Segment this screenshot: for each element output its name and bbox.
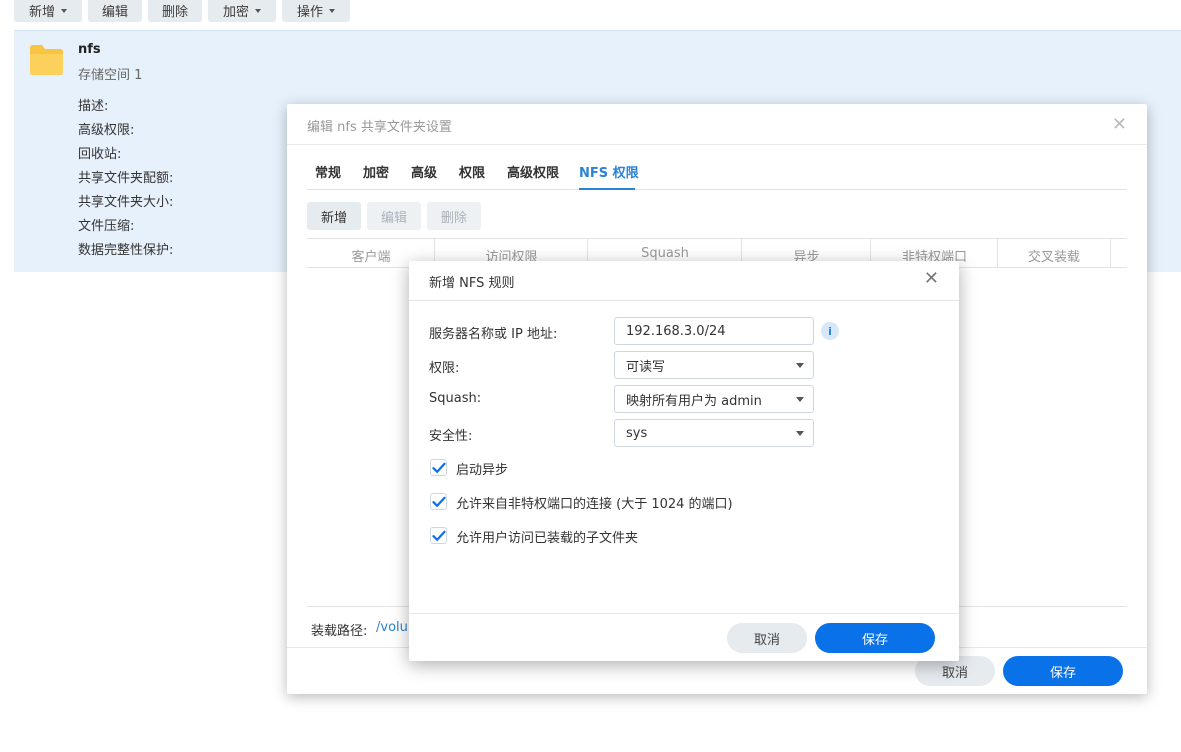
tab-advanced-permissions[interactable]: 高级权限 <box>507 162 559 181</box>
divider <box>287 144 1147 145</box>
nfs-dialog-title: 新增 NFS 规则 <box>429 276 515 291</box>
nfs-edit-button[interactable]: 编辑 <box>367 202 421 230</box>
mount-path-label: 装载路径: <box>311 624 368 639</box>
action-button[interactable]: 操作 <box>282 0 350 22</box>
host-label: 服务器名称或 IP 地址: <box>429 327 558 342</box>
dialog-title: 编辑 nfs 共享文件夹设置 <box>307 120 452 135</box>
edit-button-label: 编辑 <box>101 4 128 20</box>
delete-button[interactable]: 删除 <box>148 0 202 22</box>
encrypt-button-label: 加密 <box>222 4 249 20</box>
divider <box>409 613 959 614</box>
host-input[interactable]: 192.168.3.0/24 <box>614 317 814 345</box>
squash-select-value: 映射所有用户为 admin <box>626 393 762 409</box>
tab-encryption[interactable]: 加密 <box>363 162 389 181</box>
info-label-compression: 文件压缩: <box>78 219 135 234</box>
toolbar: 新增 编辑 删除 加密 操作 <box>0 0 1181 26</box>
info-icon[interactable]: i <box>821 322 839 340</box>
delete-button-label: 删除 <box>161 4 188 20</box>
info-label-advanced-permissions: 高级权限: <box>78 123 135 138</box>
folder-icon <box>30 45 63 75</box>
nfs-create-button[interactable]: 新增 <box>307 202 361 230</box>
dialog-save-button[interactable]: 保存 <box>1003 656 1123 686</box>
privilege-label: 权限: <box>429 361 460 376</box>
non-privileged-port-checkbox[interactable] <box>430 493 447 510</box>
async-checkbox[interactable] <box>430 459 447 476</box>
active-tab-indicator <box>579 188 635 190</box>
subfolder-access-checkbox[interactable] <box>430 527 447 544</box>
tab-nfs-permissions[interactable]: NFS 权限 <box>579 162 639 181</box>
security-select-value: sys <box>626 425 648 441</box>
nfs-save-button[interactable]: 保存 <box>815 623 935 653</box>
chevron-down-icon <box>255 9 261 13</box>
action-button-label: 操作 <box>296 4 323 20</box>
chevron-down-icon <box>796 397 804 402</box>
squash-select[interactable]: 映射所有用户为 admin <box>614 385 814 413</box>
share-name: nfs <box>78 42 101 57</box>
info-label-size: 共享文件夹大小: <box>78 195 174 210</box>
chevron-down-icon <box>796 431 804 436</box>
share-volume: 存储空间 1 <box>78 68 143 83</box>
tab-permissions[interactable]: 权限 <box>459 162 485 181</box>
tab-advanced[interactable]: 高级 <box>411 162 437 181</box>
chevron-down-icon <box>329 9 335 13</box>
chevron-down-icon <box>796 363 804 368</box>
checkmark-icon <box>432 462 446 473</box>
info-label-quota: 共享文件夹配额: <box>78 171 174 186</box>
new-nfs-rule-dialog: 新增 NFS 规则 ✕ 服务器名称或 IP 地址: 192.168.3.0/24… <box>409 261 959 661</box>
checkmark-icon <box>432 530 446 541</box>
tab-general[interactable]: 常规 <box>315 162 341 181</box>
checkmark-icon <box>432 496 446 507</box>
create-button[interactable]: 新增 <box>14 0 82 22</box>
column-header-squash[interactable]: Squash <box>588 246 742 261</box>
info-label-recycle-bin: 回收站: <box>78 147 122 162</box>
security-select[interactable]: sys <box>614 419 814 447</box>
create-button-label: 新增 <box>28 4 55 20</box>
edit-button[interactable]: 编辑 <box>88 0 142 22</box>
chevron-down-icon <box>61 9 67 13</box>
close-icon[interactable]: ✕ <box>1112 114 1127 135</box>
tab-bar: 常规 加密 高级 权限 高级权限 NFS 权限 <box>307 162 1127 190</box>
privilege-select[interactable]: 可读写 <box>614 351 814 379</box>
mount-path-link[interactable]: /volu <box>376 620 408 635</box>
subfolder-access-checkbox-label[interactable]: 允许用户访问已装载的子文件夹 <box>456 527 638 546</box>
nfs-delete-button[interactable]: 删除 <box>427 202 481 230</box>
host-input-value: 192.168.3.0/24 <box>626 323 726 339</box>
squash-label: Squash: <box>429 391 482 406</box>
non-privileged-port-checkbox-label[interactable]: 允许来自非特权端口的连接 (大于 1024 的端口) <box>456 493 733 512</box>
nfs-cancel-button[interactable]: 取消 <box>727 623 807 653</box>
info-label-description: 描述: <box>78 99 109 114</box>
column-divider <box>1110 239 1111 267</box>
async-checkbox-label[interactable]: 启动异步 <box>456 459 508 478</box>
divider <box>409 300 959 301</box>
close-icon[interactable]: ✕ <box>924 268 939 289</box>
encrypt-button[interactable]: 加密 <box>208 0 276 22</box>
column-header-cross-mount[interactable]: 交叉装载 <box>998 246 1110 265</box>
security-label: 安全性: <box>429 429 473 444</box>
info-label-data-integrity: 数据完整性保护: <box>78 243 174 258</box>
privilege-select-value: 可读写 <box>626 359 666 375</box>
